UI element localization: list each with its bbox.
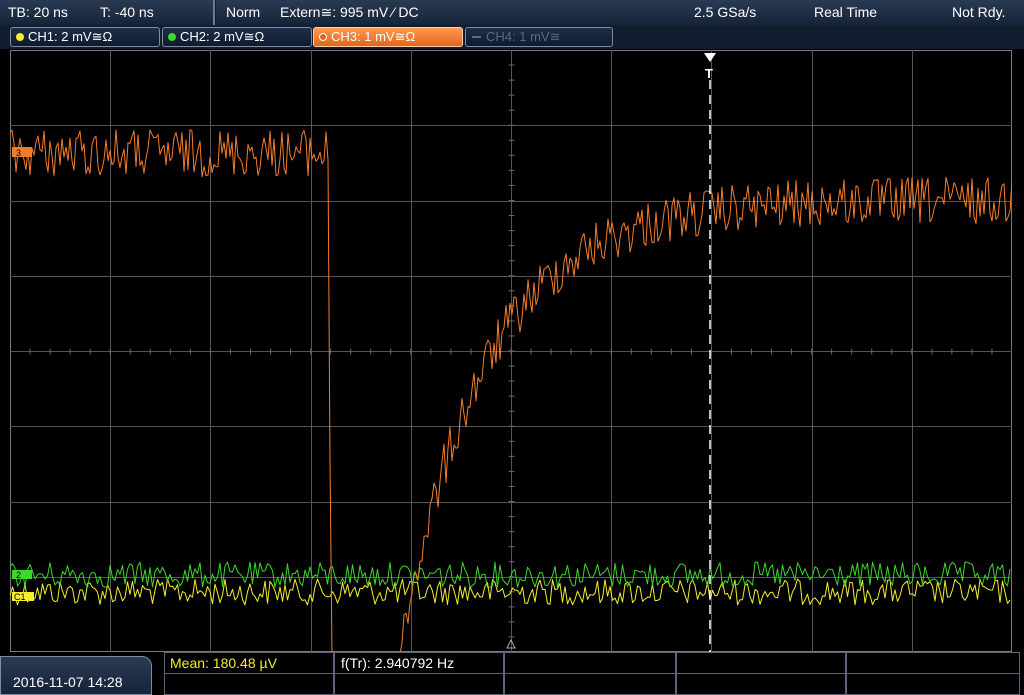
acquisition-status: Not Rdy. (952, 4, 1006, 20)
timebase-panel[interactable]: TB: 20 ns T: -40 ns (0, 0, 215, 25)
channel-2-tab[interactable]: CH2: 2 mV≅Ω (162, 27, 312, 47)
timebase-value[interactable]: TB: 20 ns (8, 3, 68, 21)
top-status-bar: TB: 20 ns T: -40 ns Norm Extern≅: 995 mV… (0, 0, 1024, 25)
channel-1-label: CH1: 2 mV≅Ω (28, 29, 113, 44)
channel-2-label: CH2: 2 mV≅Ω (180, 29, 265, 44)
measurement-cell-empty-1[interactable] (504, 652, 676, 674)
channel-1-indicator-icon (16, 33, 24, 41)
measurement-cell-empty-6[interactable] (504, 673, 676, 695)
sample-rate[interactable]: 2.5 GSa/s (694, 3, 756, 21)
mean-measurement-value: Mean: 180.48 µV (170, 655, 277, 671)
measurement-cell-empty-5[interactable] (334, 673, 504, 695)
ch2-level-marker-icon[interactable] (12, 570, 32, 579)
acquisition-mode[interactable]: Real Time (814, 3, 877, 21)
channel-4-indicator-icon (472, 36, 481, 38)
datetime-value: 2016-11-07 14:28 (13, 674, 123, 690)
measurement-cell-empty-3[interactable] (846, 652, 1020, 674)
channel-2-indicator-icon (168, 33, 176, 41)
ch3-marker-label: 3 (16, 148, 21, 158)
measurement-cell-empty-7[interactable] (676, 673, 846, 695)
measurement-cell-empty-4[interactable] (164, 673, 334, 695)
mean-measurement-cell[interactable]: Mean: 180.48 µV (164, 652, 334, 674)
ch2-marker-label: 2 (16, 570, 21, 580)
trigger-mode[interactable]: Norm (226, 3, 260, 21)
frequency-measurement-cell[interactable]: f(Tr): 2.940792 Hz (334, 652, 504, 674)
channel-3-label: CH3: 1 mV≅Ω (331, 29, 416, 44)
ch1-marker-label: C1 (14, 592, 26, 602)
channel-4-tab[interactable]: CH4: 1 mV≅ (465, 27, 613, 47)
channel-3-tab[interactable]: CH3: 1 mV≅Ω (313, 27, 463, 47)
graticule-svg: 3 2 C1 T (10, 50, 1012, 652)
ch3-level-marker-icon[interactable] (12, 147, 32, 157)
measurement-panel: Mean: 180.48 µV f(Tr): 2.940792 Hz (164, 652, 1024, 695)
trigger-marker-label: T (705, 66, 713, 81)
channel-4-label: CH4: 1 mV≅ (486, 29, 561, 44)
trigger-time-value[interactable]: T: -40 ns (100, 3, 154, 21)
channel-3-indicator-icon (319, 33, 327, 41)
frequency-measurement-value: f(Tr): 2.940792 Hz (341, 655, 455, 671)
trigger-panel[interactable]: Norm Extern≅: 995 mV ⁄ DC 2.5 GSa/s Real… (216, 0, 1024, 25)
channel-1-tab[interactable]: CH1: 2 mV≅Ω (10, 27, 160, 47)
trigger-source[interactable]: Extern≅: 995 mV ⁄ DC (280, 3, 419, 21)
channel-tab-row: CH1: 2 mV≅Ω CH2: 2 mV≅Ω CH3: 1 mV≅Ω CH4:… (0, 25, 1024, 49)
waveform-display[interactable]: 3 2 C1 T (10, 50, 1012, 652)
datetime-panel: 2016-11-07 14:28 (0, 656, 152, 695)
measurement-cell-empty-8[interactable] (846, 673, 1020, 695)
measurement-cell-empty-2[interactable] (676, 652, 846, 674)
